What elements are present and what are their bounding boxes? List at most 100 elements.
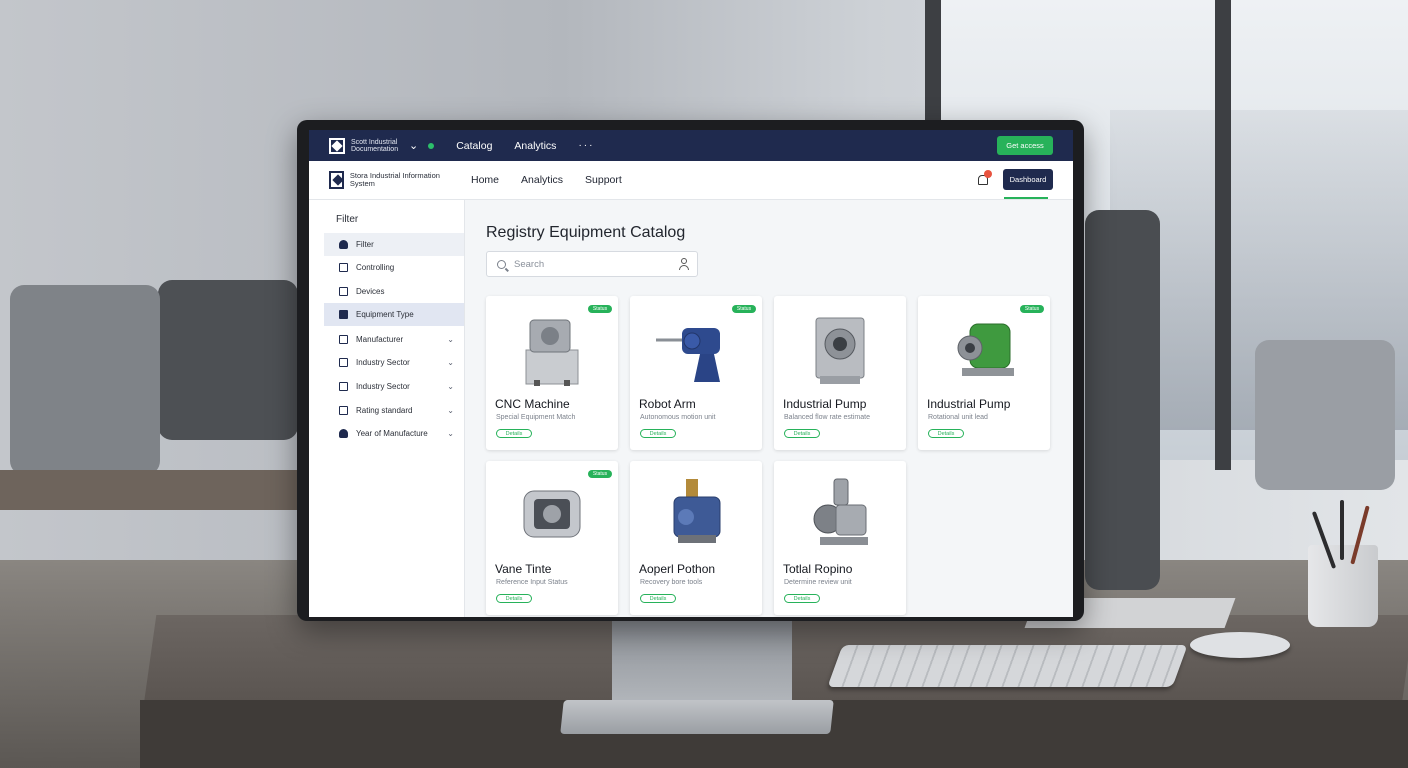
get-access-button[interactable]: Get access (997, 136, 1053, 155)
sidebar-item-industry-sector-2[interactable]: Industry Sector ⌄ (324, 375, 464, 398)
background-monitor (1085, 210, 1160, 590)
cnc-machine-image (525, 319, 579, 386)
top-nav-analytics[interactable]: Analytics (514, 140, 556, 152)
status-dot-icon (428, 142, 435, 149)
background-desk (0, 470, 300, 510)
details-tag[interactable]: Details (496, 429, 532, 438)
chevron-down-icon[interactable]: ⌄ (409, 139, 418, 152)
chevron-down-icon: ⌄ (447, 382, 454, 391)
sidebar-item-filter[interactable]: Filter (324, 233, 464, 256)
monitor-base (560, 700, 834, 734)
card-title: Aoperl Pothon (639, 562, 716, 576)
sidebar-item-label: Controlling (356, 263, 395, 272)
folder-icon (339, 310, 348, 319)
chevron-down-icon: ⌄ (447, 406, 454, 415)
person-icon (339, 429, 348, 438)
sidebar-item-devices[interactable]: Devices (324, 280, 464, 303)
sidebar-item-label: Industry Sector (356, 382, 410, 391)
search-input[interactable]: Search (486, 251, 698, 277)
card-subtitle: Reference Input Status (496, 579, 568, 586)
sidebar-item-rating-standard[interactable]: Rating standard ⌄ (324, 399, 464, 422)
industrial-pump-green-image (957, 323, 1014, 376)
window-frame (1215, 0, 1231, 470)
sidebar-item-label: Devices (356, 287, 385, 296)
details-tag[interactable]: Details (784, 429, 820, 438)
equipment-card-rotary-unit[interactable]: Totlal Ropino Determine review unit Deta… (774, 461, 906, 615)
equipment-card-industrial-pump[interactable]: Industrial Pump Balanced flow rate estim… (774, 296, 906, 450)
grid-icon (339, 263, 348, 272)
monitor-stand (612, 618, 792, 710)
sidebar-item-label: Rating standard (356, 406, 413, 415)
brand-text: Stora Industrial Information System (349, 171, 440, 188)
user-icon[interactable] (679, 258, 689, 270)
pencil (1340, 500, 1344, 560)
robot-arm-image (656, 328, 720, 382)
equipment-card-piston-unit[interactable]: Aoperl Pothon Recovery bore tools Detail… (630, 461, 762, 615)
equipment-card-robot-arm[interactable]: Status Robot Arm Autonomous motion unit … (630, 296, 762, 450)
device-icon (339, 287, 348, 296)
details-tag[interactable]: Details (640, 594, 676, 603)
card-subtitle: Recovery bore tools (640, 579, 703, 586)
nav-support[interactable]: Support (585, 174, 622, 186)
top-brand-text: Scott Industrial Documentation (351, 138, 399, 153)
nav-analytics[interactable]: Analytics (521, 174, 563, 186)
main-navbar: Stora Industrial Information System Home… (309, 161, 1073, 200)
card-subtitle: Autonomous motion unit (640, 414, 716, 421)
card-title: Industrial Pump (927, 397, 1011, 411)
vane-unit-image (523, 490, 581, 538)
search-icon (497, 259, 506, 269)
factory-icon (339, 335, 348, 344)
equipment-card-industrial-pump-green[interactable]: Status Industrial Pump Rotational unit l… (918, 296, 1050, 450)
catalog-content: Registry Equipment Catalog Search Status… (465, 200, 1073, 617)
sidebar-item-year-of-manufacture[interactable]: Year of Manufacture ⌄ (324, 422, 464, 445)
brand[interactable]: Stora Industrial Information System (329, 171, 441, 189)
card-subtitle: Balanced flow rate estimate (784, 414, 870, 421)
sidebar-item-label: Equipment Type (356, 310, 414, 319)
top-brand[interactable]: Scott Industrial Documentation (329, 137, 399, 154)
user-icon (339, 240, 348, 249)
tag-icon (339, 406, 348, 415)
sidebar-item-label: Manufacturer (356, 335, 404, 344)
details-tag[interactable]: Details (640, 429, 676, 438)
background-chair (10, 285, 160, 475)
details-tag[interactable]: Details (928, 429, 964, 438)
industrial-pump-image (815, 317, 865, 384)
page-title: Registry Equipment Catalog (486, 224, 686, 241)
building-icon (339, 358, 348, 367)
card-subtitle: Rotational unit lead (928, 414, 988, 421)
equipment-card-cnc-machine[interactable]: Status CNC Machine Special Equipment Mat… (486, 296, 618, 450)
sidebar-item-industry-sector[interactable]: Industry Sector ⌄ (324, 351, 464, 374)
sidebar-title: Filter (336, 214, 359, 225)
sidebar-item-equipment-type[interactable]: Equipment Type (324, 303, 464, 326)
app-screen: Scott Industrial Documentation ⌄ Catalog… (309, 130, 1073, 617)
rotary-unit-image (813, 478, 868, 545)
filter-sidebar: Filter Filter Controlling Devices Equipm… (309, 200, 465, 617)
notification-bell-icon[interactable] (977, 170, 992, 186)
sidebar-item-controlling[interactable]: Controlling (324, 256, 464, 279)
card-title: Totlal Ropino (783, 562, 853, 576)
notification-badge (984, 170, 992, 178)
building-icon (339, 382, 348, 391)
top-nav-catalog[interactable]: Catalog (456, 140, 492, 152)
dashboard-button[interactable]: Dashboard (1003, 169, 1053, 190)
search-placeholder: Search (514, 258, 545, 270)
piston-unit-image (673, 479, 721, 543)
active-indicator (1004, 197, 1048, 199)
chevron-down-icon: ⌄ (447, 429, 454, 438)
card-title: Industrial Pump (783, 397, 867, 411)
sidebar-item-manufacturer[interactable]: Manufacturer ⌄ (324, 328, 464, 351)
nav-home[interactable]: Home (471, 174, 499, 186)
more-menu-icon[interactable]: ··· (578, 140, 594, 151)
card-subtitle: Special Equipment Match (496, 414, 576, 421)
equipment-card-vane-unit[interactable]: Status Vane Tinte Reference Input Status… (486, 461, 618, 615)
details-tag[interactable]: Details (496, 594, 532, 603)
mouse (1190, 632, 1290, 658)
logo-icon (329, 171, 344, 189)
sidebar-item-label: Year of Manufacture (356, 429, 428, 438)
card-title: CNC Machine (495, 397, 570, 411)
keyboard (827, 645, 1188, 687)
details-tag[interactable]: Details (784, 594, 820, 603)
card-subtitle: Determine review unit (784, 579, 852, 586)
top-bar: Scott Industrial Documentation ⌄ Catalog… (309, 130, 1073, 161)
card-title: Vane Tinte (495, 562, 552, 576)
